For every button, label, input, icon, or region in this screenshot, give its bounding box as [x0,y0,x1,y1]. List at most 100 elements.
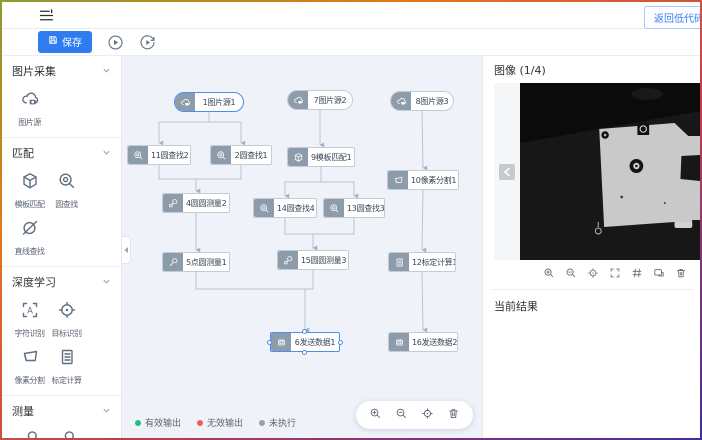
tool-label: 图片源 [18,117,41,128]
run-continuous-button[interactable] [138,33,156,51]
zoom-in-button[interactable] [369,407,382,423]
node-label: 9模板匹配1 [308,148,354,166]
legend-item: 无效输出 [197,416,243,429]
legend-item: 未执行 [259,416,296,429]
locate-button[interactable] [421,407,434,423]
svg-text:A: A [27,306,33,316]
legend-label: 无效输出 [207,416,243,429]
flow-node-n8[interactable]: 8图片源3 [390,91,454,111]
camera-image[interactable] [520,83,700,260]
flow-node-n4[interactable]: 4圆圆测量2 [162,193,230,213]
port-right[interactable] [338,340,343,345]
flow-node-n11[interactable]: 11圆查找2 [127,145,191,165]
app-window: 返回低代码 保存 图片采集图片源匹配模板匹配圆查找直线查找深度学习 A字符识别目标… [0,0,702,440]
legend-label: 未执行 [269,416,296,429]
circle-find-icon [57,171,77,195]
chevron-down-icon [102,405,111,418]
tool-line-find[interactable]: 直线查找 [14,218,45,257]
flow-node-n6[interactable]: 6发送数据1 [270,332,340,352]
flow-node-n9[interactable]: 9模板匹配1 [287,147,355,167]
legend-dot [197,420,203,426]
tool-label: 像素分割 [15,375,45,386]
flow-node-n1[interactable]: 1图片源1 [174,92,244,112]
flow-node-n15[interactable]: 15圆圆测量3 [277,250,349,270]
menu-icon[interactable] [38,7,55,24]
back-to-lowcode-button[interactable]: 返回低代码 [644,6,702,29]
flow-node-n5[interactable]: 5点圆测量1 [162,252,230,272]
grid-button[interactable] [631,267,643,282]
image-source-icon [20,89,40,113]
zoom-in-button[interactable] [543,267,555,282]
chevron-down-icon [102,147,111,160]
section-header[interactable]: 图片采集 [12,63,111,79]
line-find-icon [20,218,40,242]
image-source-icon [288,91,308,109]
fullscreen-button[interactable] [609,267,621,282]
results-header: 当前结果 [483,290,700,314]
tool-label: 目标识别 [52,328,82,339]
circle-circle-measure-icon [278,251,298,269]
port-left[interactable] [267,340,272,345]
collapse-sidebar-handle[interactable] [122,236,131,264]
locate-button[interactable] [587,267,599,282]
compare-button[interactable] [653,267,665,282]
flow-canvas[interactable]: 1图片源1 7图片源2 8图片源3 11圆查找2 2圆查找1 9模板匹配1 10像素分割1 4… [122,56,483,438]
node-label: 13圆查找3 [344,199,384,217]
node-label: 16发送数据2 [409,333,457,351]
flow-node-n14[interactable]: 14圆查找4 [253,198,317,218]
section-title: 匹配 [12,145,34,161]
section-header[interactable]: 匹配 [12,145,111,161]
pixel-segment-icon [20,347,40,371]
tool-template-match[interactable]: 模板匹配 [14,171,45,210]
image-counter: 图像 (1/4) [483,56,700,83]
flow-node-n13[interactable]: 13圆查找3 [323,198,385,218]
delete-button[interactable] [675,267,687,282]
node-label: 12标定计算1 [409,253,455,271]
run-button[interactable] [106,33,124,51]
template-match-icon [288,148,308,166]
flow-node-n2[interactable]: 2圆查找1 [210,145,272,165]
template-match-icon [20,171,40,195]
flow-node-n16[interactable]: 16发送数据2 [388,332,458,352]
legend-label: 有效输出 [145,416,181,429]
flow-node-n12[interactable]: 12标定计算1 [388,252,456,272]
tool-label: 直线查找 [15,246,45,257]
tool-calib-calc[interactable]: 标定计算 [51,347,82,386]
sidebar-section-0: 图片采集图片源 [2,56,121,138]
save-icon [48,35,58,48]
port-top[interactable] [302,329,307,334]
sidebar-section-1: 匹配模板匹配圆查找直线查找 [2,138,121,267]
circle-circle-measure-icon [20,429,40,438]
node-label: 1图片源1 [195,93,243,111]
tool-char-recog[interactable]: A字符识别 [14,300,45,339]
tool-image-source[interactable]: 图片源 [14,89,45,128]
flow-node-n10[interactable]: 10像素分割1 [387,170,459,190]
circle-find-icon [211,146,231,164]
tool-circle-circle-measure[interactable]: 圆圆测量 [14,429,45,438]
save-button[interactable]: 保存 [38,31,92,53]
chevron-down-icon [102,65,111,78]
fullscreen-icon [609,267,621,282]
section-title: 深度学习 [12,274,56,290]
grid-icon [631,267,643,282]
section-header[interactable]: 测量 [12,403,111,419]
tool-pixel-segment[interactable]: 像素分割 [14,347,45,386]
flow-node-n7[interactable]: 7图片源2 [287,90,353,110]
section-header[interactable]: 深度学习 [12,274,111,290]
port-bottom[interactable] [302,350,307,355]
delete-button[interactable] [447,407,460,423]
calib-calc-icon [57,347,77,371]
zoom-out-button[interactable] [565,267,577,282]
tool-point-circle-measure[interactable]: 点圆测量 [51,429,82,438]
sidebar-section-2: 深度学习 A字符识别目标识别像素分割标定计算 [2,267,121,396]
target-recog-icon [57,300,77,324]
tool-label: 模板匹配 [15,199,45,210]
zoom-out-icon [395,407,408,423]
topbar: 返回低代码 [2,2,700,29]
tool-circle-find[interactable]: 圆查找 [51,171,82,210]
locate-icon [587,267,599,282]
tool-target-recog[interactable]: 目标识别 [51,300,82,339]
save-label: 保存 [62,34,82,49]
zoom-out-button[interactable] [395,407,408,423]
prev-image-button[interactable] [499,164,515,180]
